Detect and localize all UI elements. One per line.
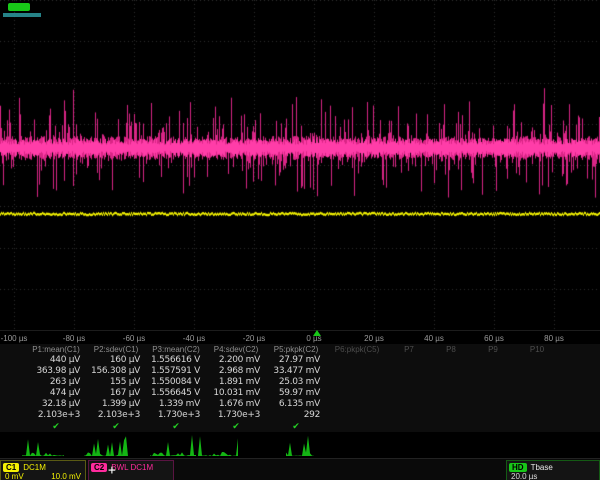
measurement-histicon[interactable] xyxy=(150,434,196,456)
waveform-plot[interactable] xyxy=(0,0,600,330)
channel2-coupling: BWL DC1M xyxy=(111,463,153,472)
histicon-row xyxy=(0,432,600,458)
bottom-descriptor-bar: C1 DC1M 0 mV 10.0 mV C2 BWL DC1M HD Tbas… xyxy=(0,458,600,480)
measurement-value: 363.98 µV xyxy=(26,366,86,377)
measurement-column-header-inactive[interactable]: P9 xyxy=(472,344,514,355)
measurement-header-row: P1:mean(C1)P2:sdev(C1)P3:mean(C2)P4:sdev… xyxy=(26,344,600,355)
measurement-column-header[interactable]: P5:pkpk(C2) xyxy=(266,344,326,355)
measurement-column-header-inactive[interactable]: P10 xyxy=(514,344,560,355)
measurement-value: 10.031 mV xyxy=(206,388,266,399)
measurement-value: 1.399 µV xyxy=(86,399,146,410)
measurement-value: 155 µV xyxy=(86,377,146,388)
measurement-value-row: 363.98 µV156.308 µV1.557591 V2.968 mV33.… xyxy=(26,366,600,377)
measurement-value: 1.557591 V xyxy=(146,366,206,377)
measurement-histicon[interactable] xyxy=(198,434,238,456)
measurement-status-row: ✔✔✔✔✔ xyxy=(26,421,600,432)
status-text xyxy=(3,13,41,17)
measurement-value: 33.477 mV xyxy=(266,366,326,377)
status-check-icon: ✔ xyxy=(206,421,266,432)
measurement-value: 2.200 mV xyxy=(206,355,266,366)
measurement-value: 2.103e+3 xyxy=(26,410,86,421)
channel2-descriptor[interactable]: C2 BWL DC1M xyxy=(88,460,174,480)
measurement-value: 167 µV xyxy=(86,388,146,399)
channel2-chip[interactable]: C2 xyxy=(91,463,107,472)
time-axis-label: -40 µs xyxy=(164,334,224,343)
time-axis-label: -80 µs xyxy=(44,334,104,343)
time-axis-label: 40 µs xyxy=(404,334,464,343)
timebase-scale: 20.0 µs xyxy=(511,472,537,480)
measurement-value: 1.339 mV xyxy=(146,399,206,410)
timebase-label: Tbase xyxy=(531,463,553,472)
measurement-value: 6.135 mV xyxy=(266,399,326,410)
measurement-histicon[interactable] xyxy=(286,434,314,456)
measurement-value: 59.97 mV xyxy=(266,388,326,399)
cursor-crosshair: + xyxy=(108,463,116,478)
measurement-histicon[interactable] xyxy=(22,434,64,456)
measurement-column-header[interactable]: P4:sdev(C2) xyxy=(206,344,266,355)
measurement-value: 440 µV xyxy=(26,355,86,366)
measurement-value: 2.103e+3 xyxy=(86,410,146,421)
time-axis-label: 80 µs xyxy=(524,334,584,343)
time-axis: -100 µs-80 µs-60 µs-40 µs-20 µs0 µs20 µs… xyxy=(0,330,600,345)
measurement-value: 27.97 mV xyxy=(266,355,326,366)
measurement-value-row: 32.18 µV1.399 µV1.339 mV1.676 mV6.135 mV xyxy=(26,399,600,410)
status-check-icon: ✔ xyxy=(266,421,326,432)
measurement-value: 1.550084 V xyxy=(146,377,206,388)
measurement-value-row: 2.103e+32.103e+31.730e+31.730e+3292 xyxy=(26,410,600,421)
measurement-value-row: 474 µV167 µV1.556645 V10.031 mV59.97 mV xyxy=(26,388,600,399)
status-check-icon: ✔ xyxy=(86,421,146,432)
time-axis-label: -60 µs xyxy=(104,334,164,343)
timebase-descriptor[interactable]: HD Tbase 20.0 µs xyxy=(506,460,600,480)
channel1-coupling: DC1M xyxy=(23,463,46,472)
measurement-column-header-inactive[interactable]: P8 xyxy=(430,344,472,355)
measurement-value: 160 µV xyxy=(86,355,146,366)
time-axis-label: -100 µs xyxy=(0,334,44,343)
measurement-value: 1.730e+3 xyxy=(206,410,266,421)
time-axis-label: 60 µs xyxy=(464,334,524,343)
time-axis-label: -20 µs xyxy=(224,334,284,343)
channel1-descriptor[interactable]: C1 DC1M 0 mV 10.0 mV xyxy=(0,460,86,480)
measurement-value: 2.968 mV xyxy=(206,366,266,377)
measurement-value: 32.18 µV xyxy=(26,399,86,410)
channel1-scale: 10.0 mV xyxy=(51,472,81,480)
hd-mode-chip[interactable]: HD xyxy=(509,463,527,472)
measurement-value-row: 263 µV155 µV1.550084 V1.891 mV25.03 mV xyxy=(26,377,600,388)
measurement-value-row: 440 µV160 µV1.556616 V2.200 mV27.97 mV xyxy=(26,355,600,366)
measurement-column-header-inactive[interactable]: P7 xyxy=(388,344,430,355)
measurement-table: P1:mean(C1)P2:sdev(C1)P3:mean(C2)P4:sdev… xyxy=(0,344,600,432)
measurement-value: 1.891 mV xyxy=(206,377,266,388)
oscilloscope-screen: -100 µs-80 µs-60 µs-40 µs-20 µs0 µs20 µs… xyxy=(0,0,600,480)
measurement-value: 263 µV xyxy=(26,377,86,388)
status-badge[interactable] xyxy=(8,3,30,11)
measurement-histicon[interactable] xyxy=(84,434,128,456)
measurement-value: 156.308 µV xyxy=(86,366,146,377)
measurement-column-header[interactable]: P3:mean(C2) xyxy=(146,344,206,355)
measurement-value: 1.556616 V xyxy=(146,355,206,366)
status-check-icon: ✔ xyxy=(26,421,86,432)
status-check-icon: ✔ xyxy=(146,421,206,432)
measurement-value: 25.03 mV xyxy=(266,377,326,388)
channel1-chip[interactable]: C1 xyxy=(3,463,19,472)
time-axis-label: 0 µs xyxy=(284,334,344,343)
measurement-column-header-inactive[interactable]: P6:pkpk(C5) xyxy=(326,344,388,355)
measurement-value: 1.730e+3 xyxy=(146,410,206,421)
measurement-value: 1.556645 V xyxy=(146,388,206,399)
channel1-offset: 0 mV xyxy=(5,472,24,480)
measurement-column-header[interactable]: P2:sdev(C1) xyxy=(86,344,146,355)
time-axis-label: 20 µs xyxy=(344,334,404,343)
measurement-value: 292 xyxy=(266,410,326,421)
top-status-strip xyxy=(0,0,120,18)
measurement-value: 1.676 mV xyxy=(206,399,266,410)
measurement-column-header[interactable]: P1:mean(C1) xyxy=(26,344,86,355)
measurement-value: 474 µV xyxy=(26,388,86,399)
